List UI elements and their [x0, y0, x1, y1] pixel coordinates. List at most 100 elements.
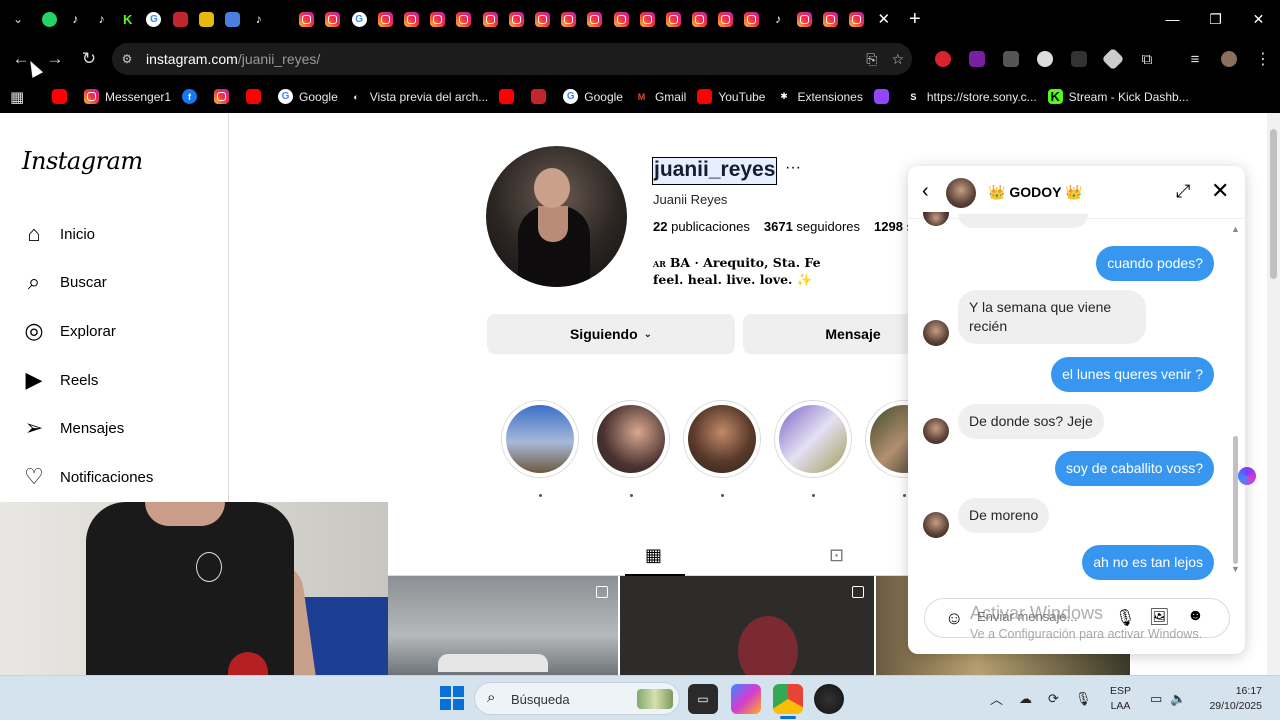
clock[interactable]: 16:17 29/10/2025: [1200, 684, 1262, 714]
apps-grid-icon[interactable]: ▦: [10, 84, 28, 110]
profile-avatar[interactable]: [1212, 38, 1246, 80]
bookmark-item[interactable]: ✱ Extensiones: [776, 84, 863, 110]
close-window-button[interactable]: ✕: [1237, 0, 1280, 38]
back-chevron-icon[interactable]: ‹: [922, 180, 929, 203]
tab-gap[interactable]: [272, 0, 294, 38]
extension-red-icon[interactable]: [926, 38, 960, 80]
emoji-icon[interactable]: ☺: [945, 608, 963, 629]
bookmark-item[interactable]: G Google: [563, 84, 623, 110]
menu-kebab-icon[interactable]: ⋮: [1246, 38, 1280, 80]
restore-button[interactable]: ❐: [1194, 0, 1237, 38]
bookmark-item[interactable]: G Google: [278, 84, 338, 110]
address-bar[interactable]: ⚙ instagram.com/juanii_reyes/ ⎘ ☆: [112, 43, 912, 75]
close-icon[interactable]: ✕: [1211, 178, 1229, 204]
tab[interactable]: [36, 0, 62, 38]
chat-avatar[interactable]: [946, 178, 976, 208]
tab[interactable]: [398, 0, 424, 38]
sticker-icon[interactable]: ☻: [1187, 607, 1204, 625]
sidebar-item-reels[interactable]: ▶ Reels: [22, 365, 99, 395]
scroll-thumb[interactable]: [1270, 129, 1277, 279]
tab[interactable]: ♪: [88, 0, 114, 38]
tab[interactable]: [791, 0, 817, 38]
bookmark-item[interactable]: [531, 84, 552, 110]
page-scrollbar[interactable]: [1267, 113, 1280, 675]
bookmark-item[interactable]: ◐ Vista previa del arch...: [349, 84, 489, 110]
tab[interactable]: [529, 0, 555, 38]
expand-icon[interactable]: ⤢: [1176, 181, 1190, 202]
received-message[interactable]: De donde sos? Jeje: [958, 404, 1104, 439]
language-indicator[interactable]: ESP LAA: [1110, 684, 1131, 714]
scroll-up-icon[interactable]: ▲: [1231, 224, 1240, 234]
tab-close-icon[interactable]: ✕: [870, 0, 898, 38]
onedrive-icon[interactable]: ☁: [1019, 691, 1032, 707]
tray-chevron-icon[interactable]: ︿: [990, 689, 1003, 708]
sidebar-item-notificaciones[interactable]: ♡ Notificaciones: [22, 462, 153, 492]
copilot-icon[interactable]: [731, 684, 761, 714]
install-app-icon[interactable]: ⎘: [866, 51, 877, 68]
tab[interactable]: [451, 0, 477, 38]
bookmark-item[interactable]: f: [182, 84, 203, 110]
tab[interactable]: [193, 0, 219, 38]
bookmark-item[interactable]: K Stream - Kick Dashb...: [1047, 84, 1189, 110]
tab[interactable]: ♪: [765, 0, 791, 38]
extensions-puzzle-icon[interactable]: ⧉: [1130, 38, 1164, 80]
bookmark-item[interactable]: [214, 84, 235, 110]
tab[interactable]: [320, 0, 346, 38]
sidebar-item-mensajes[interactable]: ➢ Mensajes: [22, 413, 124, 443]
received-message[interactable]: De moreno: [958, 498, 1050, 533]
tab[interactable]: [660, 0, 686, 38]
forward-button[interactable]: →: [38, 42, 72, 76]
tab[interactable]: K: [115, 0, 141, 38]
sender-avatar[interactable]: [923, 418, 949, 444]
sent-message[interactable]: cuando podes?: [1096, 246, 1214, 281]
sent-message[interactable]: ah no es tan lejos: [1082, 545, 1214, 580]
sent-message[interactable]: soy de caballito voss?: [1055, 451, 1214, 486]
tab[interactable]: ♪: [62, 0, 88, 38]
bookmark-item[interactable]: Messenger1: [84, 84, 171, 110]
sidebar-item-buscar[interactable]: ⌕ Buscar: [22, 267, 107, 297]
tab[interactable]: [608, 0, 634, 38]
taskbar-search[interactable]: ⌕ Búsqueda: [474, 682, 680, 715]
tab[interactable]: [167, 0, 193, 38]
followers-count[interactable]: 3671 seguidores: [764, 219, 860, 234]
post-thumbnail[interactable]: [388, 576, 618, 675]
tab[interactable]: [294, 0, 320, 38]
posts-grid-icon[interactable]: ▦: [645, 545, 662, 566]
tagged-icon[interactable]: ⊡: [829, 545, 844, 566]
sender-avatar[interactable]: [923, 512, 949, 538]
story-highlight[interactable]: [774, 400, 852, 478]
chat-title[interactable]: 👑 GODOY 👑: [988, 184, 1083, 201]
tab[interactable]: [556, 0, 582, 38]
tab[interactable]: [477, 0, 503, 38]
new-tab-button[interactable]: +: [898, 0, 932, 38]
tab[interactable]: [503, 0, 529, 38]
tab[interactable]: [425, 0, 451, 38]
bookmark-item[interactable]: [246, 84, 267, 110]
sync-icon[interactable]: ⟳: [1048, 691, 1059, 707]
minimize-button[interactable]: —: [1151, 0, 1194, 38]
tab[interactable]: [219, 0, 245, 38]
extension-leaf-icon[interactable]: [1028, 38, 1062, 80]
sidebar-item-explorar[interactable]: ◎ Explorar: [22, 316, 115, 346]
profile-avatar-large[interactable]: [486, 146, 627, 287]
tab[interactable]: [713, 0, 739, 38]
bookmark-item[interactable]: [52, 84, 73, 110]
tab[interactable]: [739, 0, 765, 38]
sidebar-item-inicio[interactable]: ⌂ Inicio: [22, 219, 95, 249]
extension-off-icon[interactable]: [1062, 38, 1096, 80]
tab[interactable]: [817, 0, 843, 38]
site-info-icon[interactable]: ⚙: [112, 52, 142, 66]
copilot-extension-icon[interactable]: [1238, 467, 1256, 485]
tab-search-chevron-icon[interactable]: ⌄: [0, 0, 36, 38]
tab[interactable]: ♪: [246, 0, 272, 38]
story-highlight[interactable]: [683, 400, 761, 478]
tab[interactable]: [687, 0, 713, 38]
post-thumbnail[interactable]: [620, 576, 874, 675]
bookmark-item[interactable]: Shttps://store.sony.c...: [906, 84, 1036, 110]
sender-avatar[interactable]: [923, 320, 949, 346]
tab[interactable]: [844, 0, 870, 38]
extension-gem-icon[interactable]: [1096, 38, 1130, 80]
obs-icon[interactable]: [814, 684, 844, 714]
extension-ublock-icon[interactable]: [960, 38, 994, 80]
story-highlight[interactable]: [501, 400, 579, 478]
